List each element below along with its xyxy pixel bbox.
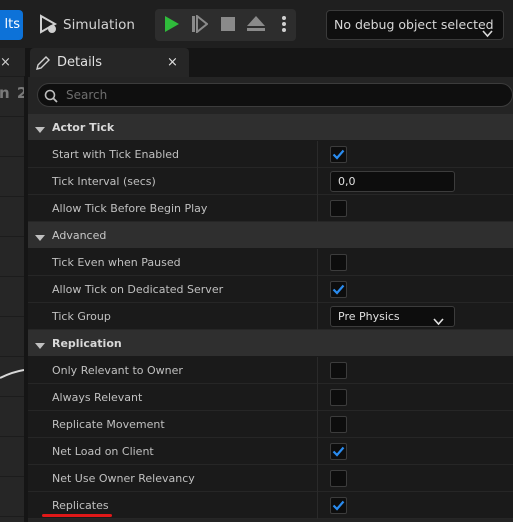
- property-name: Tick Interval (secs): [52, 175, 156, 188]
- simulation-label[interactable]: Simulation: [63, 17, 135, 33]
- property-name: Always Relevant: [52, 391, 143, 404]
- search-input[interactable]: [66, 87, 486, 103]
- property-name: Start with Tick Enabled: [52, 148, 180, 161]
- property-name: Allow Tick on Dedicated Server: [52, 283, 224, 296]
- category-label: Actor Tick: [52, 121, 115, 134]
- property-row: Tick Group Pre Physics: [28, 303, 513, 330]
- highlight-underline: [42, 514, 112, 517]
- property-row: Net Use Owner Relevancy: [28, 465, 513, 492]
- property-name: Tick Group: [52, 310, 111, 323]
- property-checkbox[interactable]: [330, 146, 347, 163]
- play-controls: [155, 9, 296, 41]
- graph-wire: [0, 369, 24, 379]
- eject-button[interactable]: [243, 9, 269, 41]
- simulation-icon[interactable]: [38, 14, 58, 34]
- expand-arrow-icon[interactable]: [35, 124, 45, 137]
- property-checkbox[interactable]: [330, 362, 347, 379]
- step-icon: [192, 13, 209, 36]
- pencil-icon: [35, 55, 51, 74]
- column-divider: [317, 438, 318, 465]
- column-divider: [317, 303, 318, 330]
- property-name: Net Use Owner Relevancy: [52, 472, 195, 485]
- play-button[interactable]: [159, 9, 185, 41]
- category-header[interactable]: Actor Tick: [28, 114, 513, 141]
- category-label: Replication: [52, 337, 122, 350]
- close-icon[interactable]: ×: [0, 55, 11, 70]
- column-divider: [317, 384, 318, 411]
- property-checkbox[interactable]: [330, 497, 347, 514]
- expand-arrow-icon[interactable]: [35, 232, 45, 245]
- property-row: Tick Even when Paused: [28, 249, 513, 276]
- debug-object-value: No debug object selected: [334, 17, 494, 32]
- category-header[interactable]: Advanced: [28, 222, 513, 249]
- property-row: Start with Tick Enabled: [28, 141, 513, 168]
- column-divider: [317, 195, 318, 222]
- property-checkbox[interactable]: [330, 254, 347, 271]
- expand-arrow-icon[interactable]: [35, 340, 45, 353]
- column-divider: [317, 168, 318, 195]
- property-checkbox[interactable]: [330, 416, 347, 433]
- column-divider: [317, 465, 318, 492]
- property-name: Net Load on Client: [52, 445, 154, 458]
- property-row: Only Relevant to Owner: [28, 357, 513, 384]
- column-divider: [317, 357, 318, 384]
- property-name: Only Relevant to Owner: [52, 364, 183, 377]
- stop-icon: [221, 16, 235, 34]
- more-vertical-icon: [281, 15, 286, 35]
- eject-icon: [247, 15, 265, 35]
- property-list: Actor Tick Start with Tick Enabled Tick In…: [28, 114, 513, 519]
- step-button[interactable]: [187, 9, 213, 41]
- property-checkbox[interactable]: [330, 200, 347, 217]
- property-number-field[interactable]: 0,0: [330, 171, 455, 192]
- play-icon: [164, 15, 180, 36]
- property-name: Tick Even when Paused: [52, 256, 181, 269]
- viewport-overlay-text: n 2: [0, 84, 24, 102]
- property-name: Allow Tick Before Begin Play: [52, 202, 208, 215]
- search-icon: [44, 89, 58, 106]
- stop-button[interactable]: [215, 9, 241, 41]
- property-name: Replicates: [52, 499, 109, 512]
- main-toolbar: lts Simulation No debug object selected: [0, 0, 513, 48]
- property-checkbox[interactable]: [330, 281, 347, 298]
- property-row: Allow Tick Before Begin Play: [28, 195, 513, 222]
- search-box[interactable]: [37, 83, 513, 107]
- more-options-button[interactable]: [271, 9, 296, 41]
- property-row: Always Relevant: [28, 384, 513, 411]
- column-divider: [317, 276, 318, 303]
- property-checkbox[interactable]: [330, 389, 347, 406]
- details-panel: Actor Tick Start with Tick Enabled Tick In…: [28, 77, 513, 522]
- close-icon[interactable]: ×: [167, 55, 178, 70]
- property-name: Replicate Movement: [52, 418, 165, 431]
- category-label: Advanced: [52, 229, 107, 242]
- column-divider: [317, 249, 318, 276]
- column-divider: [317, 411, 318, 438]
- tab-details[interactable]: Details ×: [30, 48, 189, 77]
- column-divider: [317, 141, 318, 168]
- column-divider: [317, 492, 318, 519]
- results-button[interactable]: lts: [0, 10, 23, 40]
- property-row: Tick Interval (secs) 0,0: [28, 168, 513, 195]
- category-header[interactable]: Replication: [28, 330, 513, 357]
- property-row: Net Load on Client: [28, 438, 513, 465]
- debug-object-select[interactable]: No debug object selected: [326, 10, 504, 40]
- tab-details-label: Details: [57, 55, 103, 70]
- combo-value: Pre Physics: [338, 310, 400, 323]
- property-checkbox[interactable]: [330, 470, 347, 487]
- viewport-grid: [0, 76, 24, 522]
- property-row: Replicate Movement: [28, 411, 513, 438]
- property-combo-box[interactable]: Pre Physics: [330, 306, 455, 327]
- property-checkbox[interactable]: [330, 443, 347, 460]
- graph-viewport-strip[interactable]: n 2: [0, 76, 24, 522]
- chevron-down-icon: [482, 20, 493, 48]
- property-row: Allow Tick on Dedicated Server: [28, 276, 513, 303]
